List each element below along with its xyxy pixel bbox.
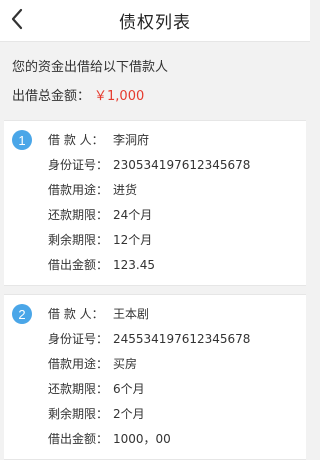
term-value: 6个月 bbox=[113, 382, 145, 396]
purpose-row: 借款用途： 进货 bbox=[4, 177, 306, 202]
loan-card: 1 借 款 人： 李洞府 身份证号： 230534197612345678 借款… bbox=[4, 120, 306, 286]
lent-amount-row: 借出金额： 1000，00 bbox=[4, 426, 306, 451]
term-row: 还款期限： 24个月 bbox=[4, 202, 306, 227]
lent-amount-row: 借出金额： 123.45 bbox=[4, 252, 306, 277]
summary-description: 您的资金出借给以下借款人 bbox=[12, 60, 169, 75]
id-number-row: 身份证号： 230534197612345678 bbox=[4, 152, 306, 177]
lent-amount-value: 1000，00 bbox=[113, 432, 171, 446]
loan-card: 2 借 款 人： 王本剧 身份证号： 245534197612345678 借款… bbox=[4, 294, 306, 460]
term-label: 还款期限： bbox=[48, 208, 109, 222]
id-number-value: 230534197612345678 bbox=[113, 157, 251, 172]
remaining-term-row: 剩余期限： 2个月 bbox=[4, 401, 306, 426]
id-number-label: 身份证号： bbox=[48, 332, 109, 346]
borrower-row: 借 款 人： 王本剧 bbox=[4, 301, 306, 326]
id-number-label: 身份证号： bbox=[48, 158, 109, 172]
back-button[interactable] bbox=[4, 7, 30, 35]
borrower-label: 借 款 人： bbox=[48, 307, 104, 321]
page-title: 债权列表 bbox=[119, 13, 191, 33]
lent-amount-label: 借出金额： bbox=[48, 432, 109, 446]
purpose-row: 借款用途： 买房 bbox=[4, 351, 306, 376]
remaining-term-row: 剩余期限： 12个月 bbox=[4, 227, 306, 252]
remaining-term-label: 剩余期限： bbox=[48, 233, 109, 247]
summary-section: 您的资金出借给以下借款人 出借总金额： ￥1,000 bbox=[0, 42, 310, 116]
term-label: 还款期限： bbox=[48, 382, 109, 396]
remaining-term-label: 剩余期限： bbox=[48, 407, 109, 421]
lent-amount-value: 123.45 bbox=[113, 257, 155, 272]
purpose-label: 借款用途： bbox=[48, 357, 109, 371]
id-number-value: 245534197612345678 bbox=[113, 331, 251, 346]
chevron-left-icon bbox=[10, 8, 24, 34]
borrower-value: 李洞府 bbox=[113, 133, 150, 147]
purpose-value: 进货 bbox=[113, 183, 138, 197]
total-amount-label: 出借总金额： bbox=[12, 89, 91, 104]
borrower-label: 借 款 人： bbox=[48, 133, 104, 147]
lent-amount-label: 借出金额： bbox=[48, 258, 109, 272]
borrower-value: 王本剧 bbox=[113, 307, 150, 321]
term-value: 24个月 bbox=[113, 208, 153, 222]
remaining-term-value: 2个月 bbox=[113, 407, 145, 421]
top-nav-bar: 债权列表 bbox=[0, 0, 310, 42]
total-amount-value: ￥1,000 bbox=[94, 89, 145, 104]
term-row: 还款期限： 6个月 bbox=[4, 376, 306, 401]
purpose-label: 借款用途： bbox=[48, 183, 109, 197]
purpose-value: 买房 bbox=[113, 357, 138, 371]
loan-index-badge: 2 bbox=[12, 304, 32, 324]
remaining-term-value: 12个月 bbox=[113, 233, 153, 247]
id-number-row: 身份证号： 245534197612345678 bbox=[4, 326, 306, 351]
loan-index-badge: 1 bbox=[12, 130, 32, 150]
borrower-row: 借 款 人： 李洞府 bbox=[4, 127, 306, 152]
total-amount-row: 出借总金额： ￥1,000 bbox=[12, 85, 298, 104]
